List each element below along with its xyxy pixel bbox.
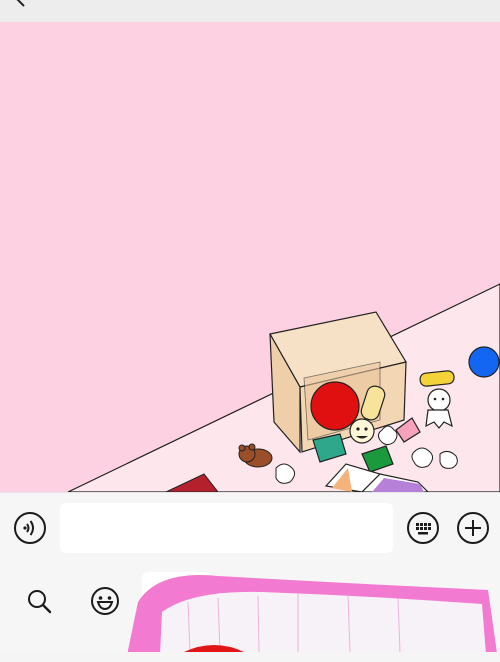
voice-icon xyxy=(23,520,34,536)
keyboard-button[interactable] xyxy=(407,512,439,544)
toy-box-illustration xyxy=(67,283,500,492)
keyboard-icon xyxy=(416,523,431,535)
red-ball xyxy=(310,381,360,431)
emoji-icon[interactable] xyxy=(89,585,121,617)
chevron-left-icon[interactable] xyxy=(14,0,28,8)
top-nav-bar xyxy=(0,0,500,23)
sticker-preview[interactable] xyxy=(126,572,500,662)
plus-circle-icon xyxy=(465,520,481,536)
message-input-bar xyxy=(0,492,500,563)
add-button[interactable] xyxy=(457,512,489,544)
pink-sticker-image xyxy=(126,575,498,660)
illustration-area xyxy=(0,22,500,492)
voice-button[interactable] xyxy=(14,512,46,544)
yellow-block xyxy=(419,370,455,387)
message-input[interactable] xyxy=(60,503,393,553)
crumpled-paper-2 xyxy=(411,447,434,468)
blue-ball xyxy=(468,346,500,378)
search-icon[interactable] xyxy=(25,587,53,615)
